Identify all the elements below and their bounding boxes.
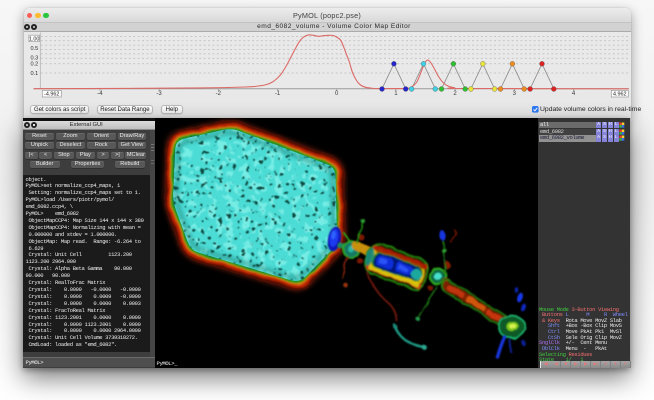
svg-text:3: 3 [512,91,516,97]
svg-text:-1: -1 [274,91,280,97]
svg-text:0: 0 [335,91,339,97]
svg-text:-3: -3 [156,91,162,97]
svg-text:4.962: 4.962 [613,91,627,97]
svg-text:-4.962: -4.962 [44,91,59,97]
svg-text:-2: -2 [215,91,221,97]
svg-text:-4: -4 [97,91,103,97]
svg-text:4: 4 [571,91,575,97]
svg-text:0.2: 0.2 [30,61,38,67]
svg-text:1: 1 [394,91,398,97]
svg-text:1.00: 1.00 [28,36,39,42]
svg-text:2: 2 [453,91,457,97]
svg-text:0.1: 0.1 [30,70,38,76]
svg-text:0.5: 0.5 [30,46,38,52]
